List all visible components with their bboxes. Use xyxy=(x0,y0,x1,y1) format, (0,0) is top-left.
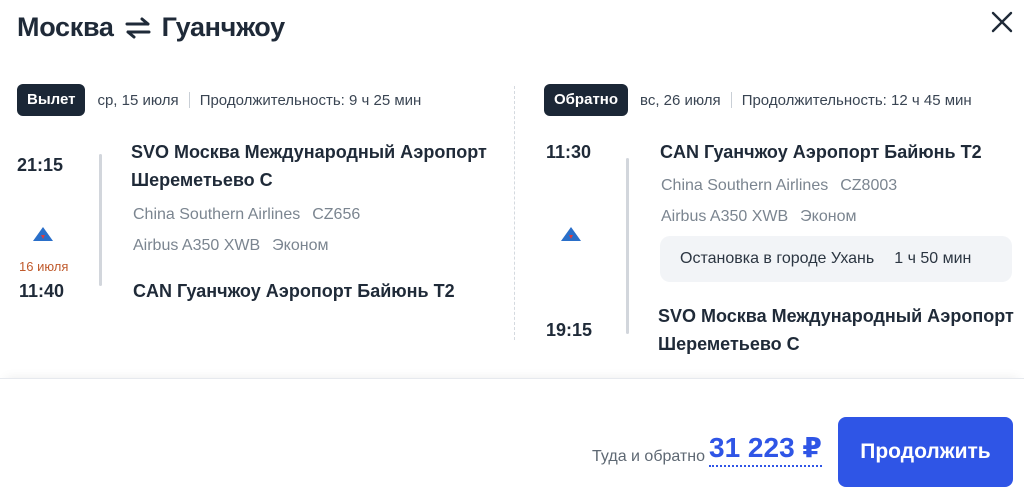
return-flight-number: CZ8003 xyxy=(840,177,898,194)
close-icon[interactable] xyxy=(988,8,1016,36)
total-price[interactable]: 31 223 ₽ xyxy=(709,432,822,467)
round-trip-label: Туда и обратно xyxy=(592,448,705,465)
outbound-depart-time: 21:15 xyxy=(17,155,64,175)
layover-duration: 1 ч 50 мин xyxy=(894,250,972,267)
outbound-leg-header: Вылет ср, 15 июля Продолжительность: 9 ч… xyxy=(17,84,497,116)
return-airline: China Southern Airlines xyxy=(661,177,829,194)
swap-arrows-icon xyxy=(125,17,151,38)
china-southern-logo-icon xyxy=(33,227,53,241)
return-date: вс, 26 июля xyxy=(640,91,721,109)
outbound-depart-airport: SVO Москва Международный Аэропорт Шереме… xyxy=(131,142,487,190)
outbound-duration: Продолжительность: 9 ч 25 мин xyxy=(199,91,422,109)
outbound-arrival-day: 16 июля xyxy=(19,259,69,274)
return-flight-info: China Southern Airlines CZ8003 xyxy=(661,177,897,195)
modal-header: Москва Гуанчжоу xyxy=(0,0,1024,60)
return-leg-header: Обратно вс, 26 июля Продолжительность: 1… xyxy=(544,84,1014,116)
outbound-badge: Вылет xyxy=(17,84,86,116)
outbound-date: ср, 15 июля xyxy=(97,91,179,109)
return-arrive-time: 19:15 xyxy=(546,320,593,340)
route-title: Москва Гуанчжоу xyxy=(17,12,285,43)
outbound-flight-info: China Southern Airlines CZ656 xyxy=(133,206,360,224)
return-cabin: Эконом xyxy=(800,208,857,225)
destination-city: Гуанчжоу xyxy=(161,12,285,42)
return-aircraft: Airbus A350 XWB xyxy=(661,208,789,225)
outbound-airline: China Southern Airlines xyxy=(133,206,301,223)
layover-city: Остановка в городе Ухань xyxy=(680,250,875,267)
return-depart-time: 11:30 xyxy=(546,142,592,162)
return-badge: Обратно xyxy=(544,84,629,116)
continue-button[interactable]: Продолжить xyxy=(838,417,1013,487)
legs-divider xyxy=(514,86,515,340)
outbound-flight-number: CZ656 xyxy=(312,206,361,223)
return-depart-airport: CAN Гуанчжоу Аэропорт Байюнь T2 xyxy=(660,142,982,162)
outbound-aircraft-info: Airbus A350 XWB Эконом xyxy=(133,237,328,255)
outbound-arrive-time: 11:40 xyxy=(19,281,65,301)
origin-city: Москва xyxy=(17,12,114,42)
outbound-timeline xyxy=(99,154,102,286)
return-arrive-airport: SVO Москва Международный Аэропорт Шереме… xyxy=(658,306,1014,354)
return-leg: Обратно вс, 26 июля Продолжительность: 1… xyxy=(544,84,1014,116)
layover-box: Остановка в городе Ухань 1 ч 50 мин xyxy=(660,236,1012,282)
return-duration: Продолжительность: 12 ч 45 мин xyxy=(741,91,972,109)
outbound-leg: Вылет ср, 15 июля Продолжительность: 9 ч… xyxy=(17,84,497,116)
return-timeline xyxy=(626,158,629,334)
outbound-aircraft: Airbus A350 XWB xyxy=(133,237,261,254)
return-aircraft-info: Airbus A350 XWB Эконом xyxy=(661,208,856,226)
header-separator xyxy=(730,92,732,108)
header-separator xyxy=(188,92,190,108)
outbound-arrive-airport: CAN Гуанчжоу Аэропорт Байюнь T2 xyxy=(133,281,455,301)
china-southern-logo-icon xyxy=(561,227,581,241)
outbound-cabin: Эконом xyxy=(272,237,329,254)
